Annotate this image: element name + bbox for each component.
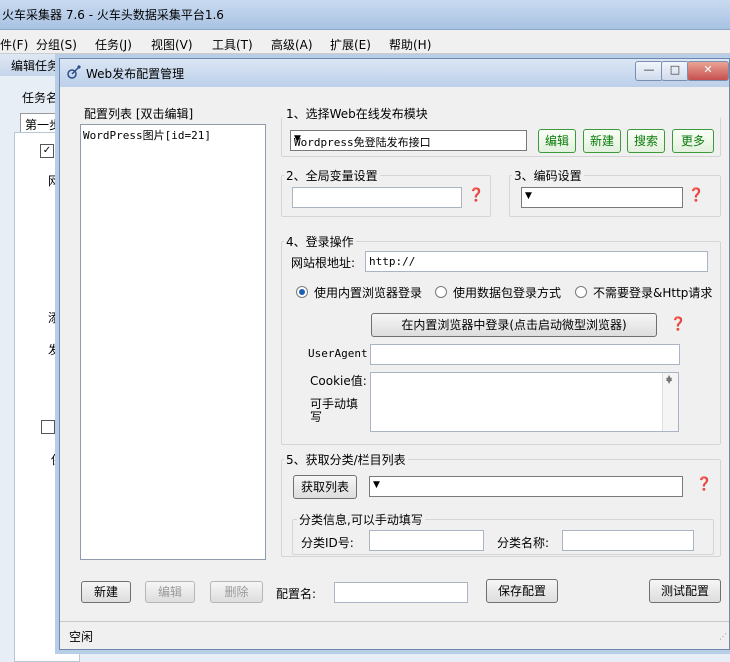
- config-listbox[interactable]: WordPress图片[id=21]: [80, 124, 266, 560]
- cookie-textarea[interactable]: ▲ ▼: [370, 372, 679, 432]
- radio-builtin-browser[interactable]: [296, 286, 308, 298]
- publish-module-select[interactable]: Wordpress免登陆发布接口 ▼: [290, 130, 527, 151]
- site-root-label: 网站根地址:: [291, 256, 356, 270]
- bg-checkbox[interactable]: ✓: [40, 144, 54, 158]
- bg-checkbox-2[interactable]: [41, 420, 55, 434]
- menu-task[interactable]: 任务(J): [95, 36, 132, 53]
- cookie-label: Cookie值:: [310, 374, 367, 388]
- new-config-button[interactable]: 新建: [81, 581, 131, 603]
- menu-file[interactable]: 件(F): [0, 36, 28, 53]
- radio-no-login[interactable]: [575, 286, 587, 298]
- task-name-label: 任务名: [22, 91, 59, 105]
- main-menubar: 件(F) 分组(S) 任务(J) 视图(V) 工具(T) 高级(A) 扩展(E)…: [0, 30, 730, 54]
- category-name-input[interactable]: [562, 530, 694, 551]
- dialog-titlebar[interactable]: Web发布配置管理 — □ ✕: [60, 59, 729, 87]
- menu-group[interactable]: 分组(S): [36, 36, 77, 53]
- module-new-button[interactable]: 新建: [583, 129, 621, 153]
- test-config-button[interactable]: 测试配置: [649, 579, 721, 603]
- fetch-list-button[interactable]: 获取列表: [293, 475, 357, 499]
- main-window-title: 火车采集器 7.6 - 火车头数据采集平台1.6: [2, 8, 224, 22]
- edit-task-title: 编辑任务: [11, 59, 60, 73]
- category-id-input[interactable]: [369, 530, 484, 551]
- config-name-label: 配置名:: [276, 587, 317, 601]
- section3-label: 3、编码设置: [512, 167, 584, 184]
- site-root-value: http://: [369, 255, 416, 268]
- encoding-select[interactable]: ▼: [521, 187, 683, 208]
- cookie-scrollbar[interactable]: ▲ ▼: [662, 373, 678, 431]
- module-search-button[interactable]: 搜索: [627, 129, 665, 153]
- menu-advanced[interactable]: 高级(A): [271, 36, 313, 53]
- maximize-button[interactable]: □: [661, 61, 689, 81]
- radio-packet-login[interactable]: [435, 286, 447, 298]
- menu-tools[interactable]: 工具(T): [212, 36, 253, 53]
- edit-config-button[interactable]: 编辑: [145, 581, 195, 603]
- close-button[interactable]: ✕: [687, 61, 729, 81]
- minimize-button[interactable]: —: [635, 61, 663, 81]
- status-text: 空闲: [69, 630, 94, 644]
- category-info-label: 分类信息,可以手动填写: [297, 511, 425, 528]
- section2-label: 2、全局变量设置: [284, 167, 380, 184]
- module-edit-button[interactable]: 编辑: [538, 129, 576, 153]
- category-name-label: 分类名称:: [497, 536, 550, 550]
- section4-label: 4、登录操作: [284, 233, 356, 250]
- status-bar: 空闲 ⋰: [60, 621, 729, 649]
- scroll-down-icon[interactable]: ▼: [666, 376, 672, 431]
- config-list-label: 配置列表 [双击编辑]: [84, 107, 194, 121]
- dialog-title: Web发布配置管理: [86, 67, 185, 81]
- help-icon[interactable]: ❓: [468, 188, 484, 204]
- help-icon[interactable]: ❓: [688, 188, 704, 204]
- resize-grip-icon[interactable]: ⋰: [719, 632, 727, 641]
- help-icon[interactable]: ❓: [696, 477, 712, 493]
- cookie-manual-hint: 可手动填写: [310, 397, 359, 424]
- config-list-item[interactable]: WordPress图片[id=21]: [83, 127, 211, 143]
- delete-config-button[interactable]: 删除: [210, 581, 263, 603]
- chevron-down-icon: ▼: [525, 191, 532, 201]
- chevron-down-icon: ▼: [373, 480, 380, 490]
- category-id-label: 分类ID号:: [301, 536, 354, 550]
- radio-builtin-browser-label[interactable]: 使用内置浏览器登录: [314, 284, 422, 301]
- section5-label: 5、获取分类/栏目列表: [284, 451, 408, 468]
- radio-no-login-label[interactable]: 不需要登录&Http请求: [593, 284, 712, 301]
- chevron-down-icon: ▼: [294, 134, 301, 144]
- category-select[interactable]: ▼: [369, 476, 683, 497]
- tab-step-one-label: 第一步: [25, 118, 62, 132]
- useragent-label: UserAgent: [308, 347, 368, 360]
- module-more-button[interactable]: 更多: [672, 129, 714, 153]
- web-publish-config-dialog: Web发布配置管理 — □ ✕ 配置列表 [双击编辑] WordPress图片[…: [59, 58, 730, 650]
- config-name-input[interactable]: [334, 582, 468, 603]
- site-root-input[interactable]: http://: [365, 251, 708, 272]
- menu-view[interactable]: 视图(V): [151, 36, 193, 53]
- radio-packet-login-label[interactable]: 使用数据包登录方式: [453, 284, 561, 301]
- main-window-titlebar: 火车采集器 7.6 - 火车头数据采集平台1.6: [0, 0, 730, 30]
- global-variable-input[interactable]: [292, 187, 462, 208]
- save-config-button[interactable]: 保存配置: [486, 579, 558, 603]
- satellite-icon: [67, 65, 81, 79]
- help-icon[interactable]: ❓: [670, 317, 686, 333]
- menu-extend[interactable]: 扩展(E): [330, 36, 371, 53]
- menu-help[interactable]: 帮助(H): [389, 36, 431, 53]
- useragent-input[interactable]: [370, 344, 680, 365]
- browser-login-button[interactable]: 在内置浏览器中登录(点击启动微型浏览器): [371, 313, 657, 337]
